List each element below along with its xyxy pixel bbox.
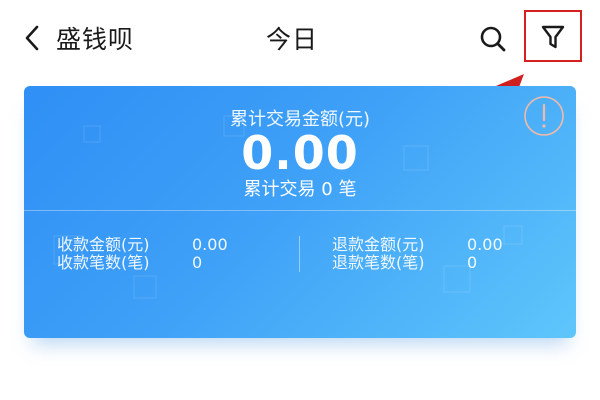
stats-column-divider [299, 236, 300, 272]
back-button[interactable] [18, 22, 46, 54]
receive-amount-label: 收款金额(元) [57, 235, 150, 254]
page-title: 今日 [265, 25, 318, 54]
app-title: 盛钱呗 [56, 25, 135, 54]
chevron-left-icon [25, 25, 39, 51]
refund-count-value: 0 [467, 253, 478, 272]
refund-count-label: 退款笔数(笔) [332, 253, 425, 272]
top-navigation-bar: 盛钱呗 今日 [0, 0, 600, 80]
total-transaction-count: 累计交易 0 笔 [243, 179, 357, 200]
card-divider [24, 210, 576, 211]
today-summary-card: 累计交易金额(元) 0.00 累计交易 0 笔 收款金额(元) 0.00 收款笔… [24, 86, 576, 338]
search-icon [480, 26, 506, 52]
search-button[interactable] [478, 24, 508, 54]
receive-count-value: 0 [192, 253, 203, 272]
refund-amount-label: 退款金额(元) [332, 235, 425, 254]
filter-button[interactable] [524, 10, 582, 62]
receive-amount-value: 0.00 [192, 235, 228, 254]
total-amount-value: 0.00 [241, 126, 359, 180]
info-button[interactable] [522, 94, 566, 138]
filter-icon [541, 25, 565, 49]
receive-count-label: 收款笔数(笔) [57, 253, 150, 272]
info-icon [524, 96, 564, 136]
refund-amount-value: 0.00 [467, 235, 503, 254]
